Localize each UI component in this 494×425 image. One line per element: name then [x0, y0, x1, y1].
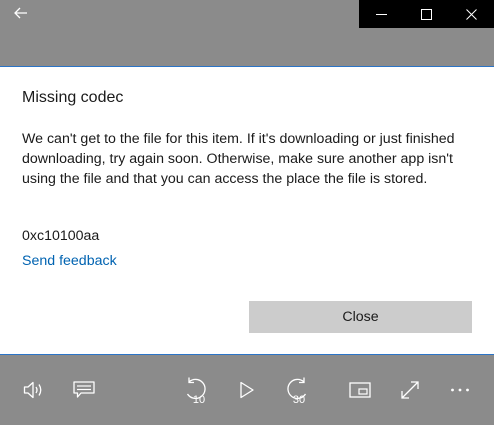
minimize-button[interactable] [359, 0, 404, 28]
back-button[interactable] [8, 2, 34, 24]
skip-forward-seconds: 30 [293, 394, 305, 405]
mini-view-button[interactable] [342, 372, 378, 408]
more-icon [451, 388, 469, 392]
error-code: 0xc10100aa [22, 228, 100, 244]
subtitles-button[interactable] [66, 372, 102, 408]
skip-back-icon: 10 [186, 377, 206, 405]
dialog-title: Missing codec [22, 89, 124, 106]
skip-back-button[interactable]: 10 [178, 372, 214, 408]
fullscreen-button[interactable] [392, 372, 428, 408]
error-dialog: Missing codec We can't get to the file f… [0, 66, 494, 355]
playback-controls: 10 30 [0, 360, 494, 425]
maximize-button[interactable] [404, 0, 449, 28]
minimize-icon [376, 13, 387, 15]
back-arrow-icon [14, 7, 27, 19]
title-bar [0, 0, 494, 28]
skip-forward-icon: 30 [287, 377, 307, 405]
close-icon [466, 8, 477, 20]
close-button[interactable]: Close [249, 301, 472, 333]
subtitles-icon [73, 381, 95, 398]
skip-back-seconds: 10 [193, 394, 205, 405]
more-options-button[interactable] [442, 372, 478, 408]
volume-button[interactable] [16, 372, 52, 408]
play-icon [240, 381, 254, 399]
maximize-icon [421, 8, 432, 20]
play-button[interactable] [229, 372, 265, 408]
dialog-message: We can't get to the file for this item. … [22, 131, 455, 187]
send-feedback-link[interactable]: Send feedback [22, 253, 117, 269]
fullscreen-icon [401, 381, 419, 399]
mini-view-icon [349, 382, 371, 398]
window-controls [359, 0, 494, 28]
skip-forward-button[interactable]: 30 [279, 372, 315, 408]
close-window-button[interactable] [449, 0, 494, 28]
volume-icon [23, 381, 42, 399]
